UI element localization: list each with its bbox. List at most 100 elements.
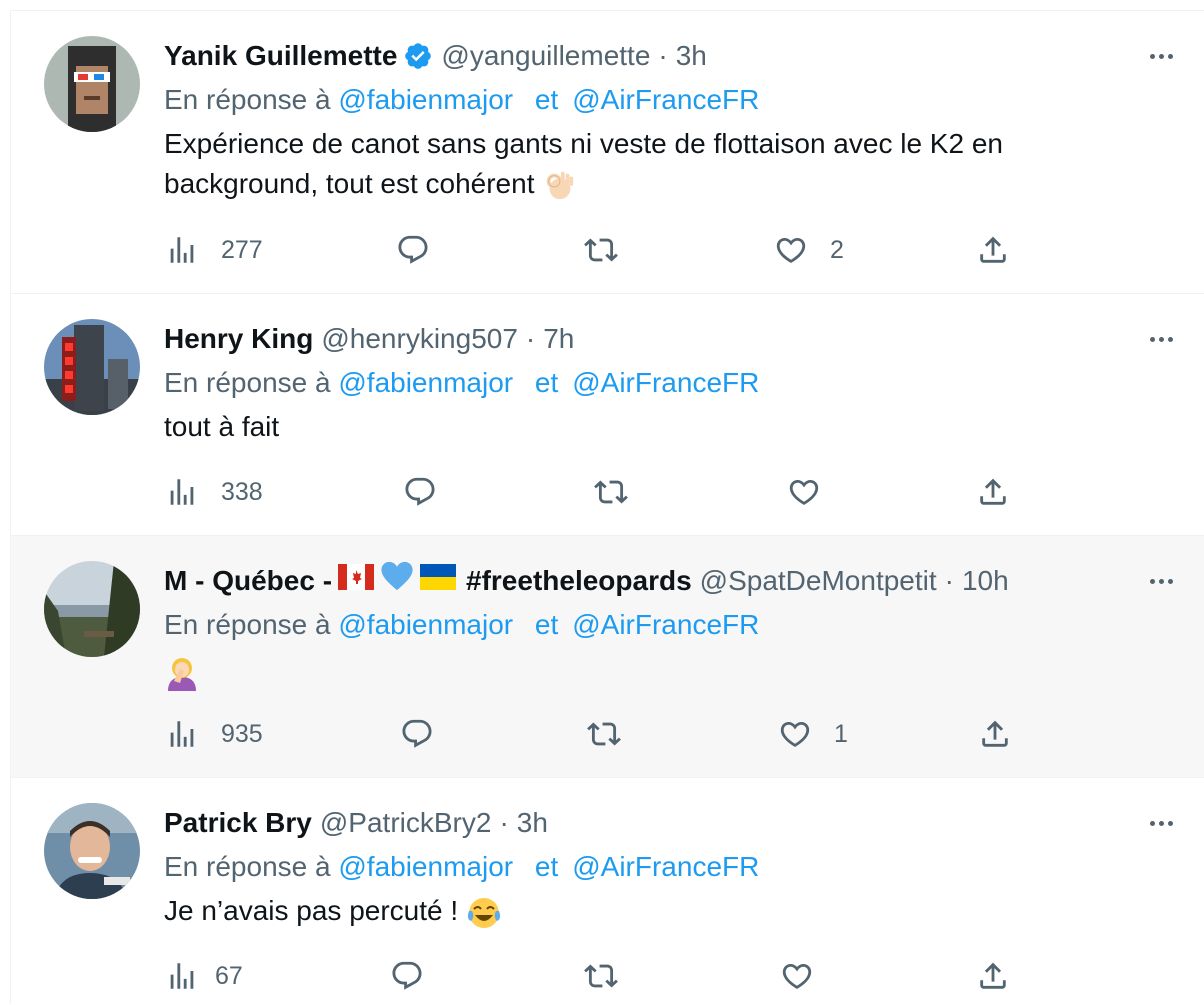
tweet-text: Expérience de canot sans gants ni veste …	[164, 124, 1164, 204]
views-icon	[165, 717, 199, 751]
share-icon	[976, 959, 1010, 993]
author-name[interactable]: M - Québec - #freetheleopards	[164, 560, 692, 603]
author-handle[interactable]: @yanguillemette	[441, 36, 650, 76]
retweet-button[interactable]	[584, 230, 618, 270]
mention-link[interactable]: @AirFranceFR	[572, 84, 759, 115]
reply-context: En réponse à @fabienmajor et @AirFranceFR	[164, 363, 759, 403]
tweet-text-line: Je n’avais pas percuté !	[164, 895, 459, 926]
avatar[interactable]	[44, 36, 140, 132]
mention-link[interactable]: @fabienmajor	[338, 609, 513, 640]
separator-dot: ·	[658, 40, 668, 71]
timestamp[interactable]: 3h	[517, 803, 548, 843]
author-name[interactable]: Yanik Guillemette	[164, 36, 397, 76]
tweet-header: Yanik Guillemette @yanguillemette · 3h	[164, 36, 707, 76]
reply-button[interactable]	[396, 230, 430, 270]
tweet-text-line: background, tout est cohérent	[164, 168, 535, 199]
like-button[interactable]: 2	[774, 230, 844, 270]
views-icon	[165, 233, 199, 267]
timestamp[interactable]: 3h	[676, 36, 707, 76]
views-icon	[165, 959, 199, 993]
more-options-icon[interactable]	[1150, 36, 1173, 76]
mention-link[interactable]: @fabienmajor	[338, 367, 513, 398]
reply-context: En réponse à @fabienmajor et @AirFranceFR	[164, 605, 759, 645]
avatar[interactable]	[44, 803, 140, 899]
tweet-header: Henry King @henryking507 · 7h	[164, 319, 574, 359]
more-options-icon[interactable]	[1150, 319, 1173, 359]
separator-dot: ·	[944, 565, 954, 596]
reply-icon	[390, 959, 424, 993]
tweet-item[interactable]: M - Québec - #freetheleopards @SpatDeMon…	[11, 536, 1204, 778]
tweet-actions: 67	[11, 956, 1204, 996]
reply-button[interactable]	[390, 956, 424, 996]
mention-link[interactable]: @AirFranceFR	[572, 367, 759, 398]
reply-icon	[396, 233, 430, 267]
heart-icon	[774, 233, 808, 267]
reply-prefix: En réponse à	[164, 367, 331, 398]
reply-prefix: En réponse à	[164, 609, 331, 640]
mention-link[interactable]: @AirFranceFR	[572, 851, 759, 882]
retweet-button[interactable]	[584, 956, 618, 996]
reply-button[interactable]	[400, 714, 434, 754]
retweet-icon	[587, 717, 621, 751]
retweet-button[interactable]	[587, 714, 621, 754]
retweet-icon	[584, 959, 618, 993]
author-handle[interactable]: @PatrickBry2	[320, 803, 492, 843]
views-button[interactable]: 277	[165, 230, 263, 270]
reply-icon	[400, 717, 434, 751]
tweet-item[interactable]: Henry King @henryking507 · 7h En réponse…	[11, 294, 1204, 536]
reply-feed: Yanik Guillemette @yanguillemette · 3h E…	[10, 10, 1204, 1004]
tweet-header: Patrick Bry @PatrickBry2 · 3h	[164, 803, 548, 843]
share-button[interactable]	[976, 230, 1010, 270]
more-options-icon[interactable]	[1150, 561, 1173, 601]
tweet-item[interactable]: Patrick Bry @PatrickBry2 · 3h En réponse…	[11, 778, 1204, 1005]
tweet-header: M - Québec - #freetheleopards @SpatDeMon…	[164, 561, 1009, 601]
author-handle[interactable]: @SpatDeMontpetit	[700, 561, 937, 601]
author-name-suffix: #freetheleopards	[466, 565, 692, 596]
reply-conjunction: et	[534, 367, 559, 398]
share-button[interactable]	[976, 472, 1010, 512]
blue-heart-emoji	[380, 560, 414, 603]
verified-badge-icon	[403, 41, 433, 71]
share-button[interactable]	[978, 714, 1012, 754]
views-count: 338	[221, 477, 263, 506]
avatar[interactable]	[44, 561, 140, 657]
more-options-icon[interactable]	[1150, 803, 1173, 843]
tweet-text	[164, 651, 1164, 691]
timestamp[interactable]: 10h	[962, 561, 1009, 601]
reply-conjunction: et	[534, 609, 559, 640]
like-button[interactable]	[787, 472, 821, 512]
avatar[interactable]	[44, 319, 140, 415]
tweet-item[interactable]: Yanik Guillemette @yanguillemette · 3h E…	[11, 11, 1204, 294]
views-icon	[165, 475, 199, 509]
tears-of-joy-emoji	[466, 895, 502, 931]
facepalm-emoji	[164, 655, 200, 691]
mention-link[interactable]: @fabienmajor	[338, 84, 513, 115]
tweet-actions: 338	[11, 472, 1204, 512]
like-button[interactable]	[780, 956, 814, 996]
heart-icon	[780, 959, 814, 993]
tweet-text-line: Expérience de canot sans gants ni veste …	[164, 128, 1003, 159]
retweet-button[interactable]	[594, 472, 628, 512]
ukraine-flag-emoji	[420, 561, 457, 601]
reply-context: En réponse à @fabienmajor et @AirFranceFR	[164, 847, 759, 887]
author-name[interactable]: Patrick Bry	[164, 803, 312, 843]
views-button[interactable]: 67	[165, 956, 243, 996]
mention-link[interactable]: @AirFranceFR	[572, 609, 759, 640]
author-name[interactable]: Henry King	[164, 319, 313, 359]
separator-dot: ·	[499, 807, 509, 838]
tweet-text: tout à fait	[164, 411, 280, 442]
views-count: 277	[221, 235, 263, 264]
share-button[interactable]	[976, 956, 1010, 996]
likes-count: 1	[834, 719, 848, 748]
views-button[interactable]: 338	[165, 472, 263, 512]
reply-button[interactable]	[403, 472, 437, 512]
author-handle[interactable]: @henryking507	[321, 319, 518, 359]
reply-prefix: En réponse à	[164, 851, 331, 882]
reply-conjunction: et	[534, 851, 559, 882]
separator-dot: ·	[525, 323, 536, 354]
timestamp[interactable]: 7h	[543, 319, 574, 359]
views-button[interactable]: 935	[165, 714, 263, 754]
mention-link[interactable]: @fabienmajor	[338, 851, 513, 882]
like-button[interactable]: 1	[778, 714, 848, 754]
reply-conjunction: et	[534, 84, 559, 115]
